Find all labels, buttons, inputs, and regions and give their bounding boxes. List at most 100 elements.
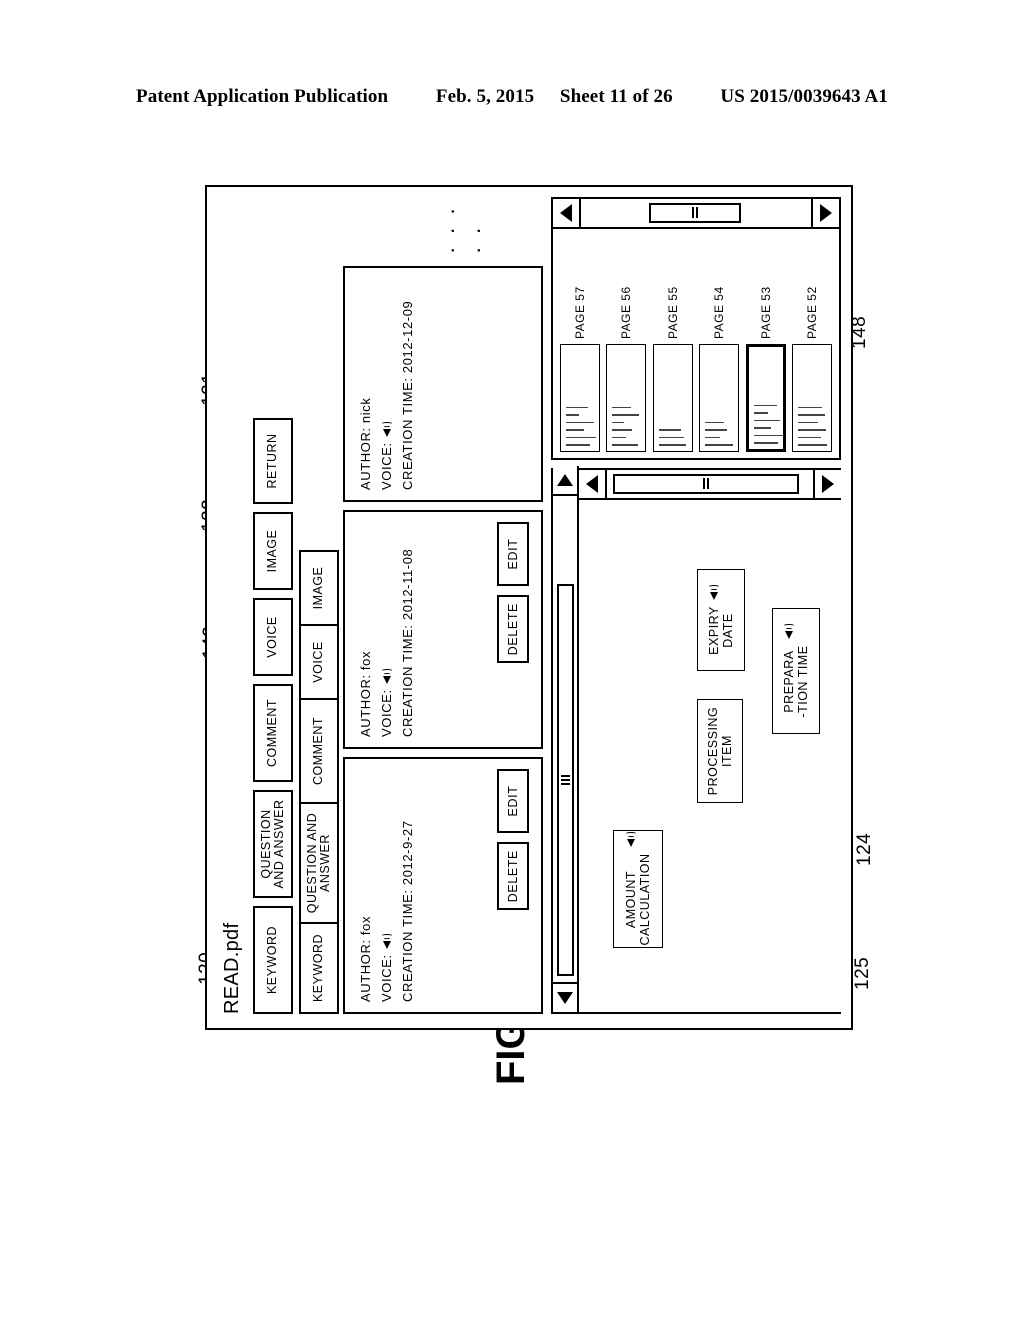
horizontal-scrollbar[interactable] <box>553 466 579 1012</box>
tab-keyword[interactable]: KEYWORD <box>299 922 339 1014</box>
thumbnail-text-lines <box>753 352 783 444</box>
toolbar-button-image[interactable]: IMAGE <box>253 512 293 590</box>
tab-image[interactable]: IMAGE <box>299 550 339 626</box>
speaker-icon[interactable] <box>624 832 637 848</box>
page-annotation-line2: ITEM <box>720 735 734 767</box>
page-thumbnail-pane: PAGE 57 PAGE 56 PAGE 55 PAGE 54 PAGE 53 <box>551 197 841 460</box>
thumbnail-item[interactable]: PAGE 57 <box>559 237 601 452</box>
annotation-card[interactable]: AUTHOR: fox VOICE: CREATION TIME: 2012-1… <box>343 510 543 749</box>
thumbnail-item[interactable]: PAGE 54 <box>698 237 740 452</box>
annotation-list-ellipsis: · · · · · <box>439 204 490 254</box>
page-annotation-line2: -TION TIME <box>796 645 810 718</box>
toolbar-button-return[interactable]: RETURN <box>253 418 293 504</box>
tab-question-and-answer[interactable]: QUESTION AND ANSWER <box>299 802 339 924</box>
thumbnail-preview[interactable] <box>560 344 600 452</box>
thumbnail-label: PAGE 52 <box>804 286 819 339</box>
thumbnail-label: PAGE 55 <box>665 286 680 339</box>
page-annotation-box[interactable]: EXPIRY DATE <box>697 569 745 671</box>
thumbnail-item[interactable]: PAGE 52 <box>791 237 833 452</box>
tab-comment[interactable]: COMMENT <box>299 698 339 804</box>
thumbnail-preview[interactable] <box>791 344 832 452</box>
page-annotation-line1: PROCESSING <box>706 706 720 796</box>
toolbar-button-keyword[interactable]: KEYWORD <box>253 906 293 1014</box>
horizontal-scroll-thumb[interactable] <box>556 584 574 976</box>
thumbnail-label: PAGE 53 <box>758 286 773 339</box>
thumbnail-preview[interactable] <box>652 344 693 452</box>
page-annotation-line2: CALCULATION <box>638 853 652 946</box>
toolbar-button-voice[interactable]: VOICE <box>253 598 293 676</box>
speaker-icon[interactable] <box>380 422 393 438</box>
page-annotation-line2: DATE <box>721 613 735 648</box>
scroll-down-arrow-icon[interactable] <box>811 199 839 227</box>
thumbnail-preview[interactable] <box>606 344 647 452</box>
patent-number: US 2015/0039643 A1 <box>720 86 888 107</box>
toolbar-button-question-and-answer[interactable]: QUESTION AND ANSWER <box>253 790 293 898</box>
tab-voice[interactable]: VOICE <box>299 624 339 700</box>
publication-label: Patent Application Publication <box>136 86 389 107</box>
annotation-voice-label: VOICE: <box>379 689 395 737</box>
speaker-icon[interactable] <box>782 624 795 640</box>
page-annotation-line1: EXPIRY <box>707 606 721 655</box>
thumbnail-text-lines <box>705 350 734 446</box>
thumbnail-preview-selected[interactable] <box>745 344 786 452</box>
page-annotation-box[interactable]: PROCESSING ITEM <box>697 699 743 803</box>
scroll-up-arrow-icon[interactable] <box>579 470 607 498</box>
annotation-list-pane: AUTHOR: fox VOICE: CREATION TIME: 2012-9… <box>343 197 543 1014</box>
document-viewer-pane: AMOUNT CALCULATION PROCESSING ITEM PREPA… <box>551 466 841 1014</box>
page-annotation-box[interactable]: AMOUNT CALCULATION <box>613 830 663 948</box>
scroll-down-arrow-icon[interactable] <box>813 470 841 498</box>
page-thumbnail-strip: PAGE 57 PAGE 56 PAGE 55 PAGE 54 PAGE 53 <box>559 237 833 452</box>
horizontal-scroll-track[interactable] <box>553 496 577 982</box>
device-screen-frame: READ.pdf KEYWORD QUESTION AND ANSWER COM… <box>205 185 853 1030</box>
edit-button[interactable]: EDIT <box>497 522 529 586</box>
delete-button[interactable]: DELETE <box>497 595 529 664</box>
annotation-creation-time: CREATION TIME: 2012-9-27 <box>400 820 416 1002</box>
viewer-vertical-scrollbar[interactable] <box>579 470 841 500</box>
grip-icon <box>692 207 698 219</box>
delete-button[interactable]: DELETE <box>497 842 529 911</box>
annotation-actions: DELETE EDIT <box>497 769 529 911</box>
speaker-icon[interactable] <box>380 669 393 685</box>
thumbnail-item[interactable]: PAGE 56 <box>605 237 647 452</box>
thumbnail-text-lines <box>612 350 640 446</box>
annotation-creation-time: CREATION TIME: 2012-12-09 <box>400 300 416 490</box>
thumbnail-label: PAGE 57 <box>573 286 587 339</box>
ref-numeral-124: 124 <box>854 832 875 866</box>
grip-icon <box>703 478 709 490</box>
page-annotation-line1: PREPARA <box>782 650 796 713</box>
annotation-voice-label: VOICE: <box>379 442 395 490</box>
thumbnail-label: PAGE 56 <box>619 286 634 339</box>
publication-header: Patent Application Publication Feb. 5, 2… <box>0 86 1024 108</box>
toolbar-button-comment[interactable]: COMMENT <box>253 684 293 782</box>
thumbnail-preview[interactable] <box>699 344 740 452</box>
speaker-icon[interactable] <box>707 585 720 601</box>
document-page-canvas[interactable]: AMOUNT CALCULATION PROCESSING ITEM PREPA… <box>579 496 841 1012</box>
publication-date: Feb. 5, 2015 <box>435 86 535 107</box>
scroll-left-arrow-icon[interactable] <box>553 982 577 1012</box>
speaker-icon[interactable] <box>380 934 393 950</box>
thumbnail-item[interactable]: PAGE 55 <box>652 237 694 452</box>
annotation-author: AUTHOR: nick <box>358 397 373 490</box>
annotation-author: AUTHOR: fox <box>358 650 373 737</box>
page-annotation-box[interactable]: PREPARA -TION TIME <box>772 608 820 734</box>
annotation-actions: DELETE EDIT <box>497 522 529 664</box>
thumbnail-label: PAGE 54 <box>712 286 727 339</box>
thumbnail-item[interactable]: PAGE 53 <box>745 237 787 452</box>
thumbnail-vertical-scrollbar[interactable] <box>553 199 839 229</box>
sheet-number: Sheet 11 of 26 <box>559 86 673 107</box>
thumbnail-text-lines <box>658 350 687 446</box>
page-annotation-line1: AMOUNT <box>624 870 638 929</box>
thumbnail-scroll-thumb[interactable] <box>649 203 741 223</box>
thumbnail-text-lines <box>797 350 827 446</box>
ref-numeral-125: 125 <box>852 956 873 990</box>
annotation-card[interactable]: AUTHOR: fox VOICE: CREATION TIME: 2012-9… <box>343 757 543 1014</box>
thumbnail-text-lines <box>566 350 596 446</box>
scroll-right-arrow-icon[interactable] <box>553 466 577 496</box>
annotation-card[interactable]: AUTHOR: nick VOICE: CREATION TIME: 2012-… <box>343 266 543 502</box>
edit-button[interactable]: EDIT <box>497 769 529 833</box>
scroll-up-arrow-icon[interactable] <box>553 199 581 227</box>
annotation-details: AUTHOR: nick VOICE: CREATION TIME: 2012-… <box>355 301 418 490</box>
grip-icon <box>560 775 570 785</box>
viewer-vertical-scroll-thumb[interactable] <box>613 474 799 494</box>
annotation-details: AUTHOR: fox VOICE: CREATION TIME: 2012-9… <box>355 820 418 1002</box>
